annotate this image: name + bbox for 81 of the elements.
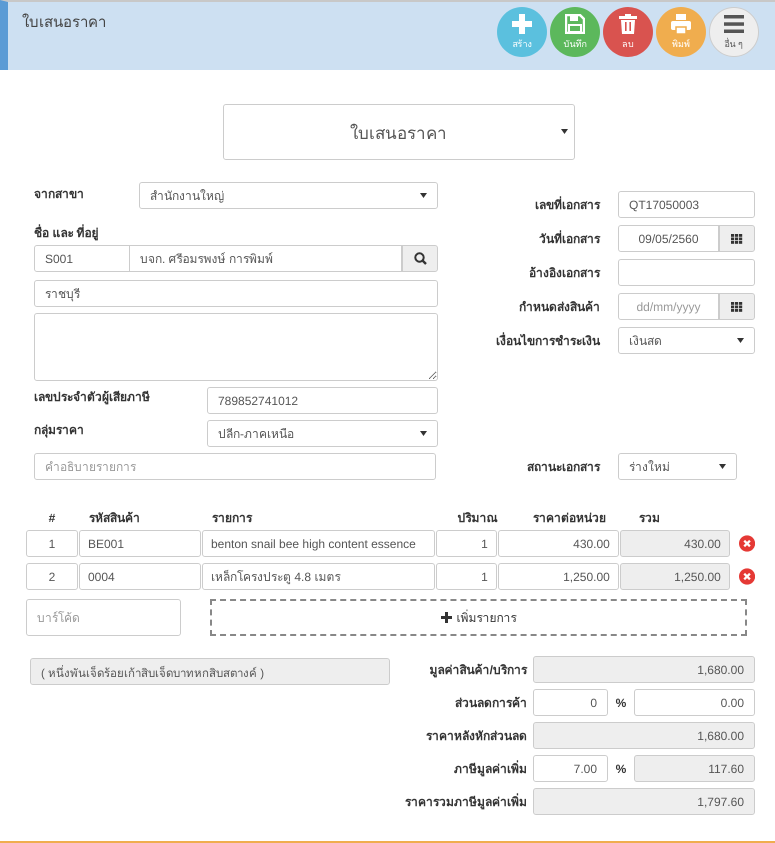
table-cell-field[interactable]: 1: [436, 563, 497, 590]
total-field[interactable]: 430.00: [620, 530, 730, 557]
amount-field[interactable]: 1,797.60: [533, 788, 755, 815]
remove-icon: [738, 568, 755, 585]
barcode-field[interactable]: บาร์โค้ด: [26, 599, 181, 636]
calendar-button[interactable]: [719, 293, 755, 320]
field-label: ราคาหลังหักส่วนลด: [426, 728, 527, 745]
menu-icon: [724, 14, 744, 34]
search-button[interactable]: [402, 245, 438, 272]
search-icon: [414, 252, 427, 265]
trash-icon: [618, 14, 638, 34]
page-title: ใบเสนอราคา: [22, 12, 106, 33]
percent-label: %: [614, 696, 628, 710]
table-cell-field[interactable]: benton snail bee high content essence: [202, 530, 435, 557]
column-header: #: [48, 510, 56, 524]
text-field[interactable]: QT17050003: [618, 191, 755, 218]
column-header: ปริมาณ: [456, 510, 498, 527]
customer-name-field[interactable]: บจก. ศรีอมรพงษ์ การพิมพ์: [130, 245, 402, 272]
table-cell-field[interactable]: 2: [26, 563, 78, 590]
column-header: รหัสสินค้า: [88, 510, 141, 527]
table-cell-field[interactable]: 1: [26, 530, 78, 557]
amount-in-words: ( หนึ่งพันเจ็ดร้อยเก้าสิบเจ็ดบาทหกสิบสตางค์ ): [30, 658, 390, 685]
field-label: ชื่อ และ ที่อยู่: [34, 223, 100, 242]
caret-icon: [737, 338, 744, 343]
description-field[interactable]: คำอธิบายรายการ: [34, 453, 436, 480]
field-label: มูลค่าสินค้า/บริการ: [430, 662, 527, 679]
plus-icon: [512, 14, 532, 34]
field-label: กลุ่มราคา: [34, 422, 85, 439]
add-item-button[interactable]: เพิ่มรายการ: [210, 599, 747, 636]
percent-label: %: [614, 762, 628, 776]
field-label: ส่วนลดการค้า: [455, 695, 527, 712]
grid-icon: [731, 302, 743, 312]
column-header: รายการ: [211, 510, 254, 527]
field-label: วันที่เอกสาร: [539, 229, 600, 248]
table-cell-field[interactable]: 1,250.00: [498, 563, 619, 590]
total-field[interactable]: 1,250.00: [620, 563, 730, 590]
price-group-select[interactable]: ปลีก-ภาคเหนือ: [207, 420, 438, 447]
table-cell-field[interactable]: BE001: [79, 530, 201, 557]
address-field[interactable]: ราชบุรี: [34, 280, 438, 307]
caret-icon: [420, 431, 428, 436]
column-header: ราคาต่อหน่วย: [532, 510, 607, 527]
plus-icon: [440, 612, 452, 623]
table-cell-field[interactable]: 430.00: [498, 530, 619, 557]
amount-field[interactable]: 0.00: [634, 689, 755, 716]
date-field[interactable]: dd/mm/yyyy: [618, 293, 719, 320]
field-label: กำหนดส่งสินค้า: [519, 299, 600, 316]
remove-icon: [738, 535, 755, 552]
amount-field[interactable]: 1,680.00: [533, 722, 755, 749]
field-label: สถานะเอกสาร: [527, 459, 600, 476]
caret-icon: [719, 464, 726, 469]
field-label: อ้างอิงเอกสาร: [529, 265, 600, 282]
document-type-select[interactable]: ใบเสนอราคา: [222, 104, 574, 160]
field-label: จากสาขา: [34, 186, 85, 203]
more-button[interactable]: อื่น ๆ: [709, 7, 759, 57]
field-label: ภาษีมูลค่าเพิ่ม: [454, 759, 527, 778]
payment-terms-select[interactable]: เงินสด: [618, 327, 755, 354]
tax-id-field[interactable]: 789852741012: [207, 387, 438, 414]
calendar-button[interactable]: [719, 225, 755, 252]
rate-field[interactable]: 0: [533, 689, 608, 716]
table-cell-field[interactable]: 0004: [79, 563, 201, 590]
delete-button[interactable]: ลบ: [603, 7, 653, 57]
customer-code-field[interactable]: S001: [34, 245, 130, 272]
amount-field[interactable]: 117.60: [634, 755, 755, 782]
date-field[interactable]: 09/05/2560: [618, 225, 719, 252]
table-cell-field[interactable]: 1: [436, 530, 497, 557]
text-field[interactable]: [618, 259, 755, 286]
caret-icon: [420, 193, 428, 198]
save-icon: [565, 14, 585, 34]
column-header: รวม: [638, 510, 661, 527]
status-select[interactable]: ร่างใหม่: [618, 453, 737, 480]
field-label: เลขประจำตัวผู้เสียภาษี: [34, 389, 151, 406]
printer-icon: [671, 14, 691, 34]
amount-field[interactable]: 1,680.00: [533, 656, 755, 683]
caret-icon: [560, 129, 568, 134]
field-label: เลขที่เอกสาร: [535, 195, 600, 214]
grid-icon: [731, 234, 743, 244]
field-label: เงื่อนไขการชำระเงิน: [496, 331, 600, 350]
field-label: ราคารวมภาษีมูลค่าเพิ่ม: [405, 792, 527, 811]
rate-field[interactable]: 7.00: [533, 755, 608, 782]
table-cell-field[interactable]: เหล็กโครงประตู 4.8 เมตร: [202, 563, 435, 590]
branch-select[interactable]: สำนักงานใหญ่: [139, 182, 438, 209]
